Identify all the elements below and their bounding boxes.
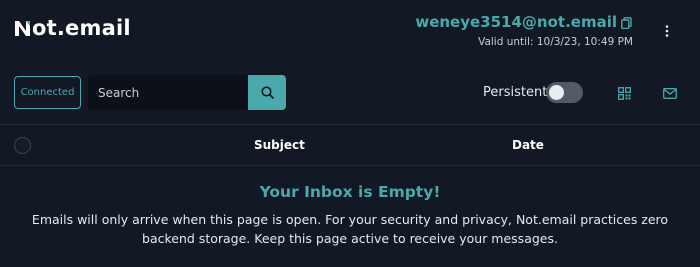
divider-header: [0, 165, 700, 166]
empty-inbox-title: Your Inbox is Empty!: [259, 183, 441, 201]
search-input[interactable]: [88, 75, 248, 110]
app-logo[interactable]: ot.email: [14, 16, 131, 40]
divider-top: [0, 124, 700, 125]
column-header-date[interactable]: Date: [512, 138, 544, 152]
search-icon: [260, 86, 274, 99]
mail-icon[interactable]: [663, 88, 677, 99]
qr-code-icon[interactable]: [618, 87, 631, 100]
logo-text: ot.email: [32, 16, 131, 40]
search-button[interactable]: [248, 75, 286, 110]
connection-status-badge: Connected: [14, 76, 81, 109]
email-address[interactable]: weneye3514@not.email: [415, 13, 617, 31]
copy-icon[interactable]: [621, 17, 632, 29]
persistent-toggle[interactable]: [546, 82, 583, 103]
empty-inbox-message: Emails will only arrive when this page i…: [31, 212, 669, 246]
column-header-subject[interactable]: Subject: [254, 138, 305, 152]
valid-until-text: Valid until: 10/3/23, 10:49 PM: [478, 36, 633, 48]
persistent-label: Persistent: [483, 85, 548, 100]
search-bar: [88, 75, 286, 110]
logo-n-icon: [15, 20, 30, 36]
select-all-checkbox[interactable]: [14, 137, 31, 154]
toggle-knob: [549, 85, 564, 100]
more-vertical-icon[interactable]: [665, 25, 669, 37]
